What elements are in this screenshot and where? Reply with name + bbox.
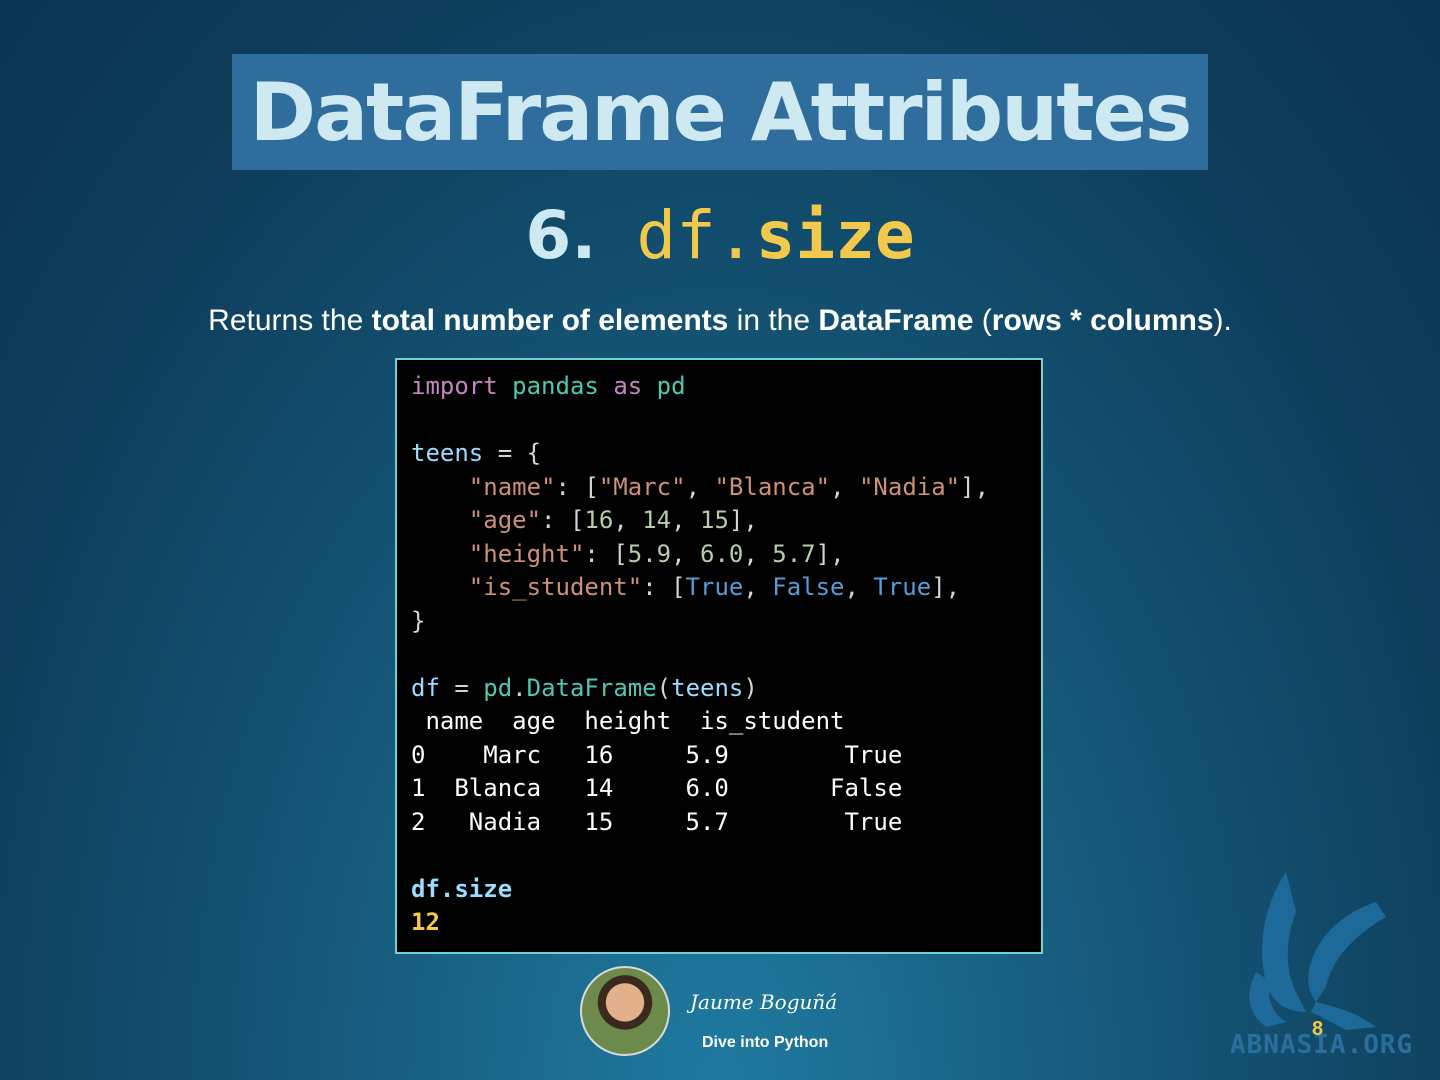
code-height-value: 5.7 xyxy=(772,539,816,568)
output-table-row: 2 Nadia 15 5.7 True xyxy=(411,807,903,836)
code-height-value: 5.9 xyxy=(627,539,672,568)
code-pd-ref: pd xyxy=(483,673,513,702)
code-name-value: "Nadia" xyxy=(858,472,961,501)
code-module: pandas xyxy=(512,372,599,400)
desc-bold-1: total number of elements xyxy=(371,304,729,337)
author-name: Jaume Boguñá xyxy=(690,990,838,1014)
code-key-name: "name" xyxy=(468,472,556,501)
code-name-value: "Blanca" xyxy=(714,472,831,501)
subtitle-code: df.size xyxy=(636,197,914,274)
code-listing: import pandas as pd teens = { "name": ["… xyxy=(411,372,990,936)
code-age-value: 14 xyxy=(642,506,672,534)
desc-text-4: ). xyxy=(1213,304,1232,337)
slide-description: Returns the total number of elements in … xyxy=(0,304,1440,338)
code-key-is-student: "is_student" xyxy=(468,573,643,601)
code-size-result: 12 xyxy=(411,908,440,936)
code-key-age: "age" xyxy=(468,506,542,534)
code-var-teens: teens xyxy=(411,439,484,467)
code-alias: pd xyxy=(656,372,686,400)
code-key-height: "height" xyxy=(468,539,585,568)
slide-subtitle: 6. df.size xyxy=(0,196,1440,276)
course-name: Dive into Python xyxy=(702,1034,829,1051)
desc-bold-3: rows * columns xyxy=(991,304,1214,337)
code-block: import pandas as pd teens = { "name": ["… xyxy=(395,358,1043,954)
subtitle-code-attr: size xyxy=(755,197,915,274)
code-dataframe-ctor: DataFrame xyxy=(526,673,657,702)
code-student-value: False xyxy=(772,573,845,601)
code-as-keyword: as xyxy=(613,372,643,400)
desc-text-3: ( xyxy=(973,304,992,337)
griffin-logo-icon xyxy=(1249,872,1386,1030)
subtitle-code-prefix: df. xyxy=(636,197,756,274)
desc-bold-2: DataFrame xyxy=(818,304,974,337)
code-name-value: "Marc" xyxy=(598,472,686,501)
code-ctor-arg: teens xyxy=(671,673,744,702)
output-table-row: 0 Marc 16 5.9 True xyxy=(411,740,903,769)
desc-text-2: in the xyxy=(728,304,819,337)
code-import-keyword: import xyxy=(411,372,498,400)
output-table-header: name age height is_student xyxy=(411,707,845,735)
code-student-value: True xyxy=(685,573,744,601)
code-size-call: df.size xyxy=(411,874,513,903)
code-student-value: True xyxy=(873,573,932,601)
author-avatar xyxy=(580,966,670,1056)
desc-text-1: Returns the xyxy=(208,304,372,337)
code-age-value: 16 xyxy=(584,506,614,534)
output-table-row: 1 Blanca 14 6.0 False xyxy=(411,774,903,802)
code-var-df: df xyxy=(411,673,440,702)
subtitle-number: 6. xyxy=(525,197,597,274)
code-age-value: 15 xyxy=(700,506,729,534)
title-band: DataFrame Attributes xyxy=(232,54,1208,170)
page-number: 8 xyxy=(1312,1018,1324,1040)
code-height-value: 6.0 xyxy=(700,539,744,568)
slide-title: DataFrame Attributes xyxy=(249,65,1193,159)
